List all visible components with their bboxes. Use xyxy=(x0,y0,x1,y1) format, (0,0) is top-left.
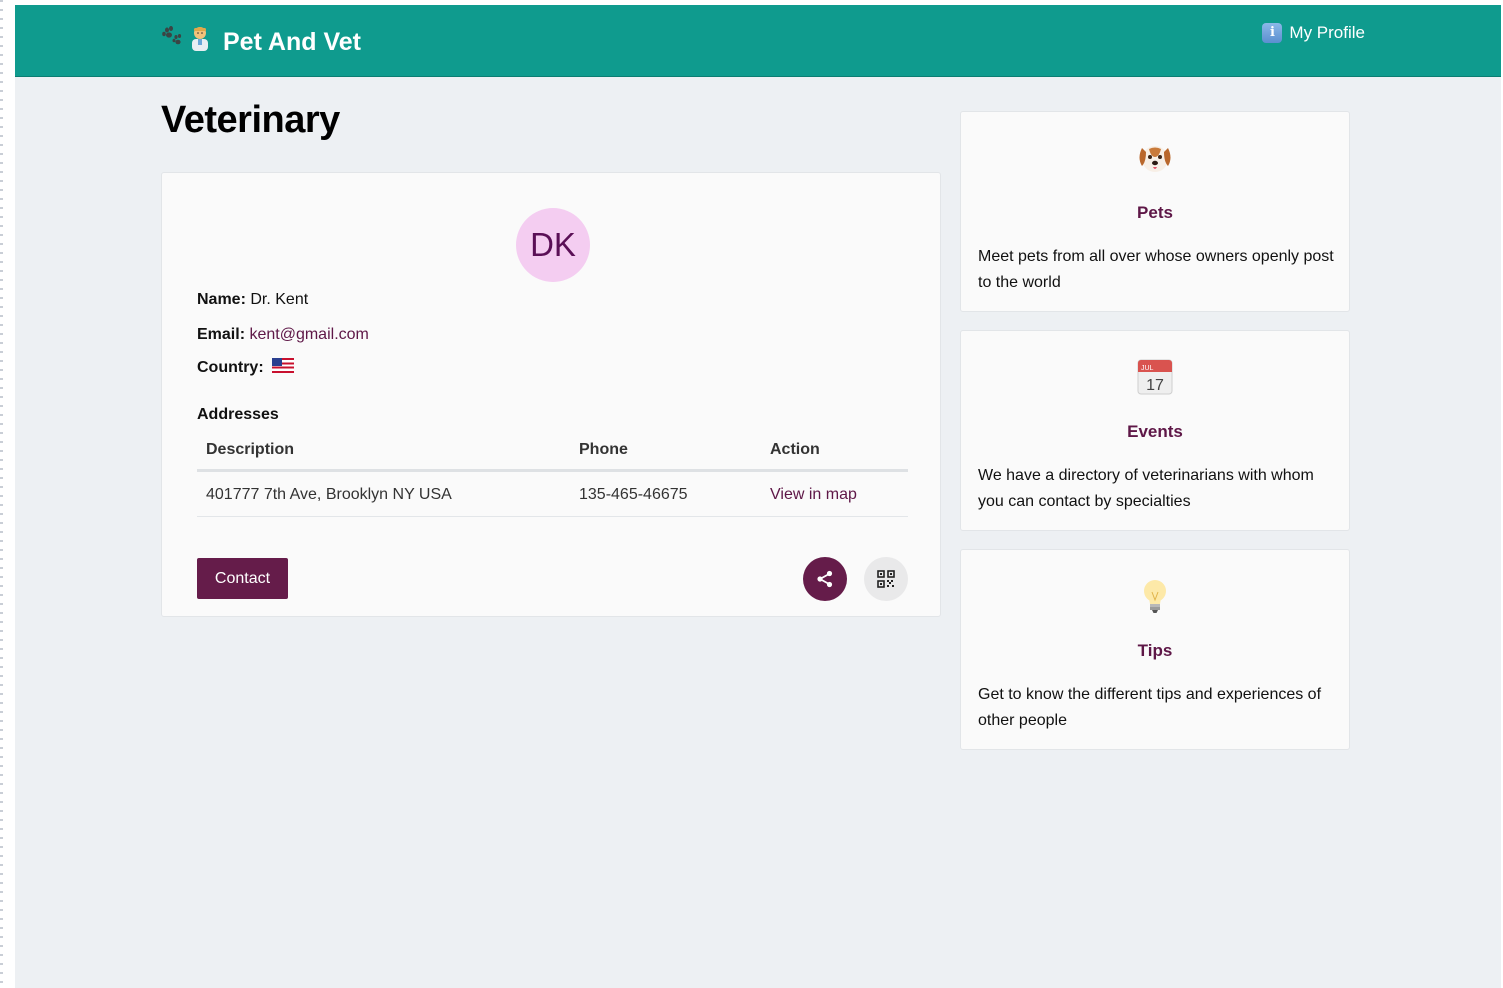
brand[interactable]: Pet And Vet xyxy=(161,25,361,59)
addresses-title: Addresses xyxy=(197,406,279,423)
view-in-map-link[interactable]: View in map xyxy=(770,486,857,503)
sidebar-card-text: We have a directory of veterinarians wit… xyxy=(978,467,1314,510)
addresses-table: Description Phone Action 401777 7th Ave,… xyxy=(197,431,908,517)
veterinary-card: DK Name: Dr. Kent Email: kent@gmail.com … xyxy=(161,172,941,617)
sidebar-card-title: Pets xyxy=(1137,203,1173,222)
vet-email-link[interactable]: kent@gmail.com xyxy=(249,326,368,343)
page-left-edge xyxy=(0,0,3,988)
share-button[interactable] xyxy=(803,557,847,601)
app-page: Pet And Vet i My Profile Veterinary DK N… xyxy=(15,5,1501,988)
vet-email-field: Email: kent@gmail.com xyxy=(197,326,369,344)
column-header-action: Action xyxy=(761,431,908,472)
table-row: 401777 7th Ave, Brooklyn NY USA 135-465-… xyxy=(197,470,908,517)
health-worker-icon xyxy=(189,25,211,59)
address-description: 401777 7th Ave, Brooklyn NY USA xyxy=(197,470,570,517)
avatar: DK xyxy=(516,208,590,282)
email-label: Email: xyxy=(197,326,246,343)
calendar-day: 17 xyxy=(1146,377,1164,394)
sidebar-card-tips[interactable]: Tips Get to know the different tips and … xyxy=(960,549,1350,750)
sidebar-card-text: Get to know the different tips and exper… xyxy=(978,686,1322,729)
sidebar-card-title: Tips xyxy=(1137,641,1173,660)
sidebar-card-events[interactable]: JUL 17 Events We have a directory of vet… xyxy=(960,330,1350,531)
calendar-icon: JUL 17 xyxy=(961,359,1349,395)
column-header-description: Description xyxy=(197,431,570,472)
paw-prints-icon xyxy=(161,25,183,59)
name-label: Name: xyxy=(197,291,246,308)
share-icon xyxy=(817,570,833,588)
my-profile-link[interactable]: i My Profile xyxy=(1262,23,1365,43)
vet-name-field: Name: Dr. Kent xyxy=(197,291,308,309)
brand-title: Pet And Vet xyxy=(223,28,361,56)
calendar-month: JUL xyxy=(1141,365,1154,372)
column-header-phone: Phone xyxy=(570,431,761,472)
qr-code-icon xyxy=(877,570,895,588)
qr-code-button[interactable] xyxy=(864,557,908,601)
light-bulb-icon xyxy=(961,578,1349,614)
sidebar-card-pets[interactable]: Pets Meet pets from all over whose owner… xyxy=(960,111,1350,312)
top-navbar: Pet And Vet i My Profile xyxy=(15,5,1501,77)
table-header-row: Description Phone Action xyxy=(197,431,908,472)
dog-face-icon xyxy=(961,140,1349,176)
country-label: Country: xyxy=(197,359,264,376)
brand-icons xyxy=(161,25,211,59)
sidebar-card-title: Events xyxy=(1127,422,1183,441)
vet-country-field: Country: xyxy=(197,357,294,377)
info-icon: i xyxy=(1262,23,1283,43)
contact-button[interactable]: Contact xyxy=(197,558,288,599)
vet-name-value: Dr. Kent xyxy=(250,291,309,308)
sidebar-card-text: Meet pets from all over whose owners ope… xyxy=(978,248,1334,291)
address-phone: 135-465-46675 xyxy=(570,470,761,517)
my-profile-label: My Profile xyxy=(1289,23,1365,42)
us-flag-icon xyxy=(271,357,294,373)
page-title: Veterinary xyxy=(161,99,340,141)
